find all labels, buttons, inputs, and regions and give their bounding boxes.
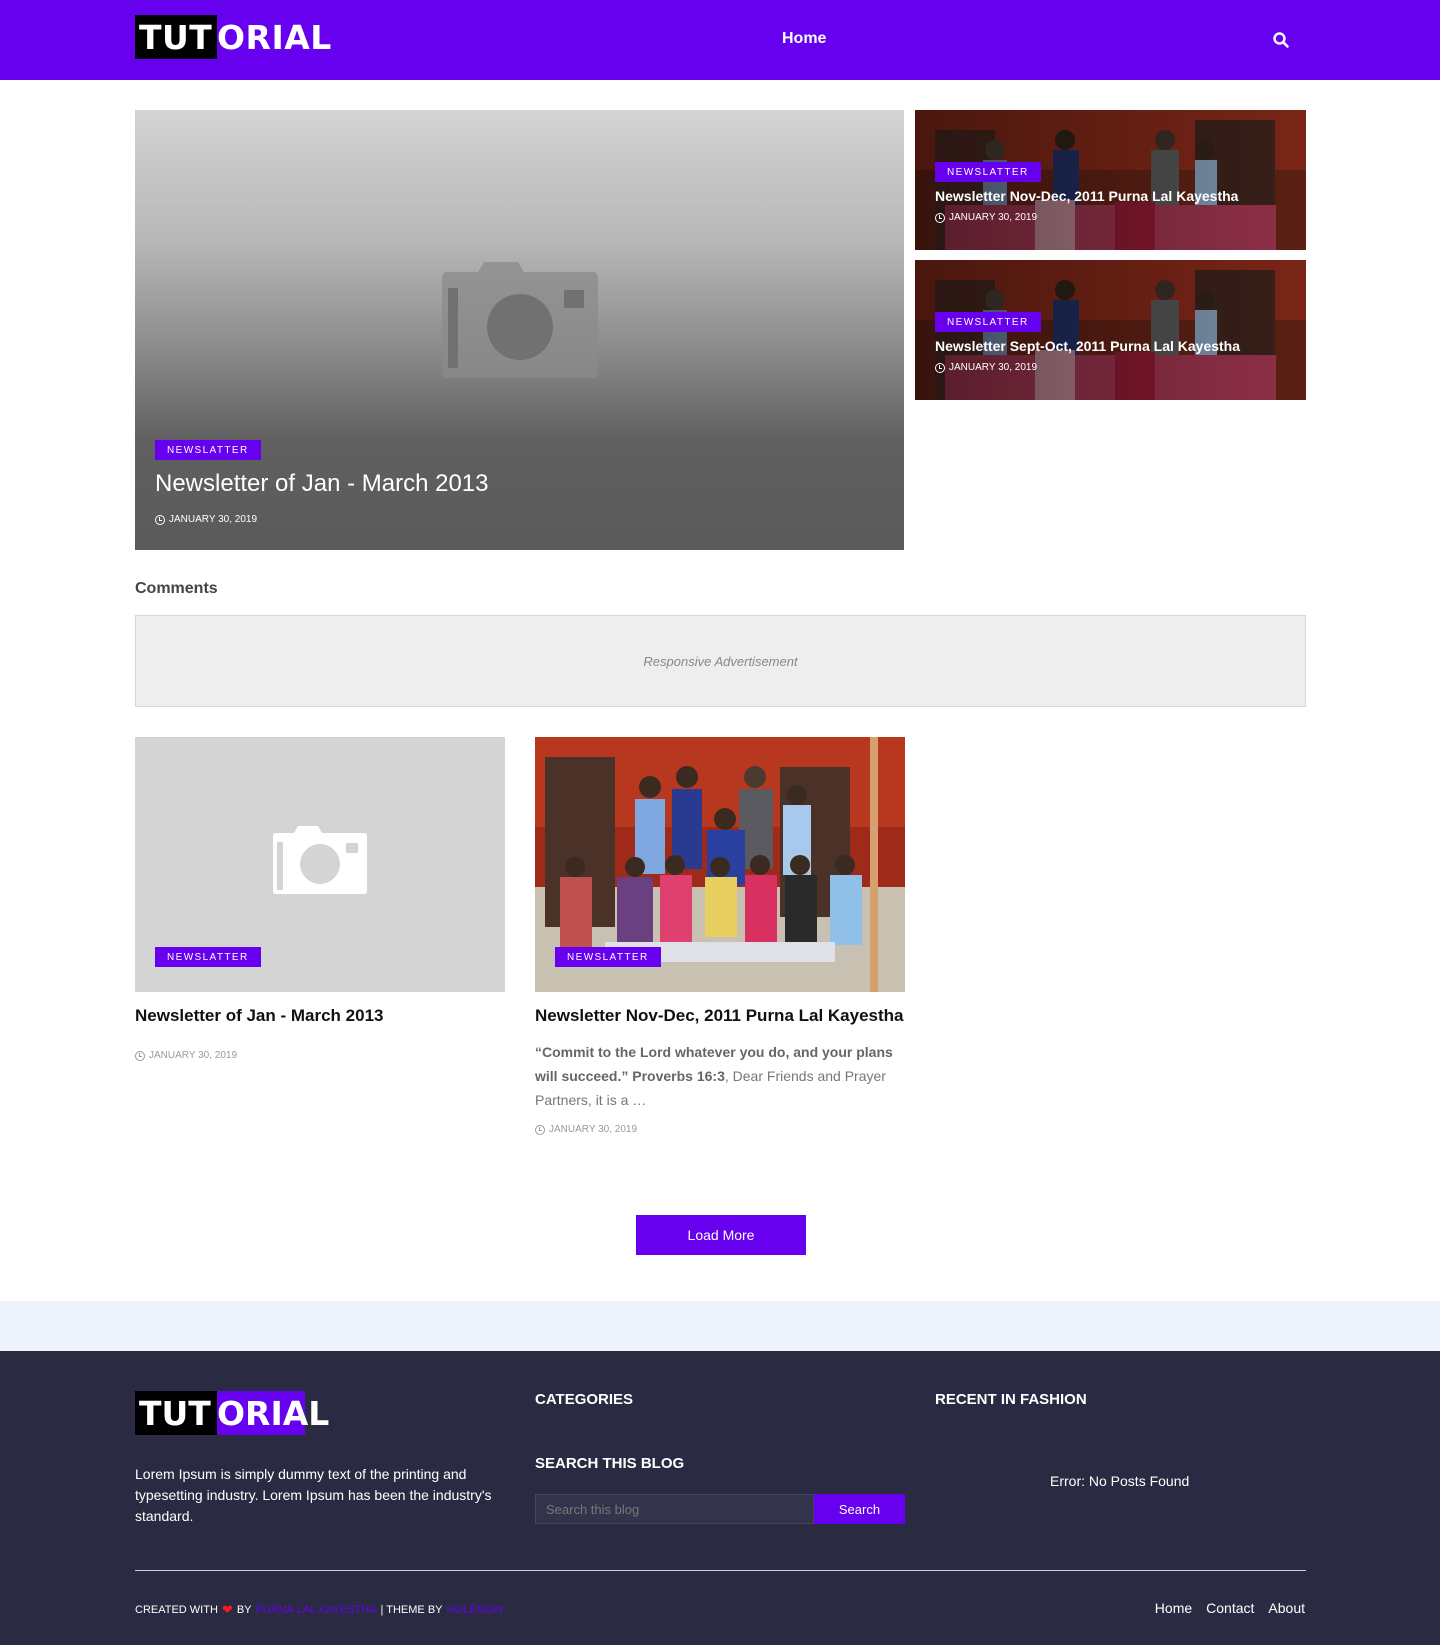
clock-icon (155, 514, 165, 525)
side-post-date-text: JANUARY 30, 2019 (949, 212, 1038, 223)
footer-link-about[interactable]: About (1268, 1600, 1305, 1616)
logo-part-2: ORIAL (217, 17, 332, 57)
nav-home-link[interactable]: Home (782, 30, 826, 48)
heart-icon: ❤ (221, 1602, 233, 1617)
recent-error-message: Error: No Posts Found (1050, 1473, 1190, 1489)
featured-title[interactable]: Newsletter of Jan - March 2013 (155, 470, 488, 498)
footer-divider (135, 1570, 1306, 1571)
category-badge[interactable]: NEWSLATTER (155, 947, 261, 967)
recent-fashion-heading: RECENT IN FASHION (935, 1391, 1087, 1408)
credit-theme-link[interactable]: HOLENOW (447, 1604, 504, 1616)
camera-placeholder-icon (273, 826, 367, 894)
site-footer: TUT ORIAL Lorem Ipsum is simply dummy te… (0, 1351, 1440, 1645)
post-date-text: JANUARY 30, 2019 (549, 1124, 638, 1135)
footer-logo[interactable]: TUT ORIAL (135, 1391, 329, 1435)
category-badge[interactable]: NEWSLATTER (935, 162, 1041, 182)
post-title[interactable]: Newsletter Nov-Dec, 2011 Purna Lal Kayes… (535, 1006, 905, 1026)
credit-created-text: CREATED WITH (135, 1604, 218, 1616)
category-badge[interactable]: NEWSLATTER (935, 312, 1041, 332)
post-title[interactable]: Newsletter of Jan - March 2013 (135, 1006, 505, 1026)
footer-credit: CREATED WITH ❤ BY PURNA LAL KAYESTHA | T… (135, 1602, 503, 1618)
search-icon[interactable] (1272, 31, 1290, 49)
footer-search-form: Search (535, 1494, 905, 1524)
side-post-title[interactable]: Newsletter Sept-Oct, 2011 Purna Lal Kaye… (935, 338, 1240, 354)
comments-heading: Comments (135, 580, 218, 597)
side-post-card[interactable]: NEWSLATTER Newsletter Sept-Oct, 2011 Pur… (915, 260, 1306, 400)
site-header: TUT ORIAL Home (0, 0, 1440, 80)
post-snippet: “Commit to the Lord whatever you do, and… (535, 1040, 905, 1112)
search-blog-heading: SEARCH THIS BLOG (535, 1455, 685, 1472)
logo-part-1: TUT (135, 1391, 217, 1435)
clock-icon (935, 362, 945, 373)
footer-links: Home Contact About (1155, 1600, 1305, 1616)
side-post-card[interactable]: NEWSLATTER Newsletter Nov-Dec, 2011 Purn… (915, 110, 1306, 250)
post-card: NEWSLATTER Newsletter Nov-Dec, 2011 Purn… (535, 737, 905, 1135)
featured-post[interactable]: NEWSLATTER Newsletter of Jan - March 201… (135, 110, 904, 550)
post-date: JANUARY 30, 2019 (135, 1050, 505, 1061)
side-post-date: JANUARY 30, 2019 (935, 362, 1037, 373)
credit-author-link[interactable]: PURNA LAL KAYESTHA (256, 1604, 377, 1616)
post-thumbnail[interactable]: NEWSLATTER (535, 737, 905, 992)
side-post-date-text: JANUARY 30, 2019 (949, 362, 1038, 373)
logo-part-1: TUT (135, 15, 217, 59)
footer-search-input[interactable] (535, 1494, 814, 1524)
side-post-title[interactable]: Newsletter Nov-Dec, 2011 Purna Lal Kayes… (935, 188, 1238, 204)
logo-part-2: ORIAL (217, 1391, 329, 1435)
post-card: NEWSLATTER Newsletter of Jan - March 201… (135, 737, 505, 1061)
camera-placeholder-icon (442, 262, 598, 378)
clock-icon (535, 1124, 545, 1135)
post-date-text: JANUARY 30, 2019 (149, 1050, 238, 1061)
credit-theme-text: | THEME BY (380, 1604, 443, 1616)
footer-description: Lorem Ipsum is simply dummy text of the … (135, 1466, 492, 1524)
clock-icon (135, 1050, 145, 1061)
categories-heading: CATEGORIES (535, 1391, 634, 1408)
category-badge[interactable]: NEWSLATTER (155, 440, 261, 460)
advertisement-label: Responsive Advertisement (643, 653, 798, 669)
side-post-date: JANUARY 30, 2019 (935, 212, 1037, 223)
load-more-button[interactable]: Load More (636, 1215, 806, 1255)
featured-date-text: JANUARY 30, 2019 (169, 514, 258, 525)
clock-icon (935, 212, 945, 223)
advertisement-box[interactable]: Responsive Advertisement (135, 615, 1306, 707)
footer-top-strip (0, 1301, 1440, 1351)
category-badge[interactable]: NEWSLATTER (555, 947, 661, 967)
footer-search-button[interactable]: Search (814, 1494, 905, 1524)
footer-link-contact[interactable]: Contact (1206, 1600, 1254, 1616)
post-thumbnail[interactable]: NEWSLATTER (135, 737, 505, 992)
site-logo[interactable]: TUT ORIAL (135, 15, 334, 59)
footer-link-home[interactable]: Home (1155, 1600, 1192, 1616)
post-date: JANUARY 30, 2019 (535, 1124, 905, 1135)
featured-date: JANUARY 30, 2019 (155, 514, 257, 525)
credit-by-text: BY (236, 1604, 252, 1616)
